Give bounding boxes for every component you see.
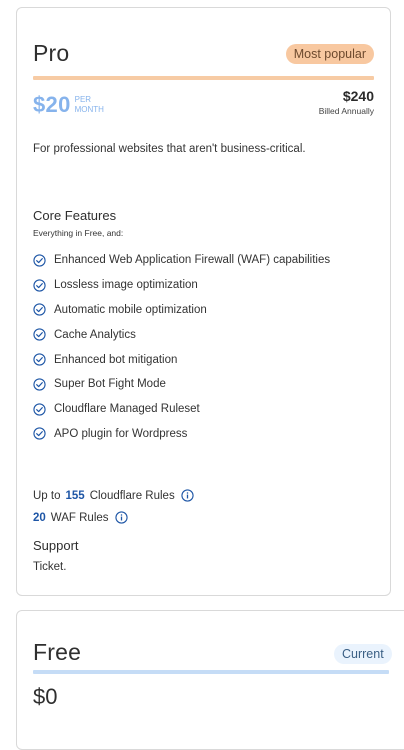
- check-circle-icon: [33, 427, 46, 441]
- check-circle-icon: [33, 378, 46, 391]
- free-price: $0: [33, 684, 58, 709]
- per-month-label: PER MONTH: [75, 95, 104, 115]
- feature-item: Automatic mobile optimization: [33, 298, 330, 323]
- free-plan-card[interactable]: Free Current $0: [16, 610, 404, 750]
- check-circle-icon: [33, 328, 46, 341]
- feature-label: APO plugin for Wordpress: [54, 427, 188, 440]
- feature-list: Enhanced Web Application Firewall (WAF) …: [33, 248, 330, 446]
- feature-label: Cloudflare Managed Ruleset: [54, 403, 200, 416]
- check-circle-icon: [33, 254, 46, 267]
- feature-item: Enhanced bot mitigation: [33, 347, 330, 372]
- support-title: Support: [33, 538, 79, 553]
- plan-title: Pro: [33, 40, 70, 66]
- cloudflare-rules-label: Cloudflare Rules: [89, 489, 175, 502]
- plan-accent-bar: [33, 76, 374, 80]
- per-label: PER: [74, 95, 92, 104]
- current-badge: Current: [334, 644, 392, 664]
- check-circle-icon: [33, 303, 46, 317]
- feature-item: Super Bot Fight Mode: [33, 372, 330, 397]
- check-circle-icon: [33, 403, 46, 416]
- feature-label: Super Bot Fight Mode: [54, 378, 166, 391]
- check-circle-icon: [33, 353, 46, 366]
- info-icon[interactable]: [181, 489, 194, 502]
- waf-rules-line: 20 WAF Rules: [33, 511, 128, 524]
- feature-item: Cache Analytics: [33, 322, 330, 347]
- feature-item: Lossless image optimization: [33, 273, 330, 298]
- rules-prefix: Up to: [33, 489, 61, 502]
- feature-label: Lossless image optimization: [54, 279, 198, 292]
- plan-title: Free: [33, 639, 82, 665]
- monthly-price: $20 PER MONTH: [33, 92, 104, 118]
- plan-accent-bar: [33, 670, 389, 674]
- annual-price-amount: $240: [342, 88, 374, 104]
- feature-item: Enhanced Web Application Firewall (WAF) …: [33, 248, 330, 273]
- check-circle-icon: [33, 279, 46, 292]
- waf-rules-count: 20: [33, 511, 46, 524]
- support-text: Ticket.: [33, 561, 67, 573]
- billed-annually-label: Billed Annually: [318, 106, 374, 116]
- waf-rules-label: WAF Rules: [50, 511, 109, 524]
- cloudflare-rules-line: Up to 155 Cloudflare Rules: [33, 489, 194, 502]
- plan-description: For professional websites that aren't bu…: [33, 143, 306, 155]
- feature-item: Cloudflare Managed Ruleset: [33, 397, 330, 422]
- info-icon[interactable]: [114, 511, 128, 524]
- cloudflare-rules-count: 155: [65, 489, 85, 502]
- annual-price: $240 Billed Annually: [319, 88, 374, 116]
- pro-plan-card[interactable]: Pro Most popular $20 PER MONTH $240 Bill…: [16, 7, 391, 596]
- feature-label: Enhanced bot mitigation: [54, 353, 178, 366]
- most-popular-badge: Most popular: [285, 44, 374, 64]
- feature-label: Enhanced Web Application Firewall (WAF) …: [54, 254, 331, 267]
- monthly-price-amount: $20: [33, 92, 71, 117]
- month-label: MONTH: [74, 105, 104, 114]
- feature-label: Cache Analytics: [54, 328, 136, 341]
- feature-item: APO plugin for Wordpress: [33, 422, 330, 447]
- core-features-title: Core Features: [33, 208, 117, 223]
- feature-label: Automatic mobile optimization: [54, 303, 207, 316]
- core-features-subtitle: Everything in Free, and:: [33, 228, 124, 238]
